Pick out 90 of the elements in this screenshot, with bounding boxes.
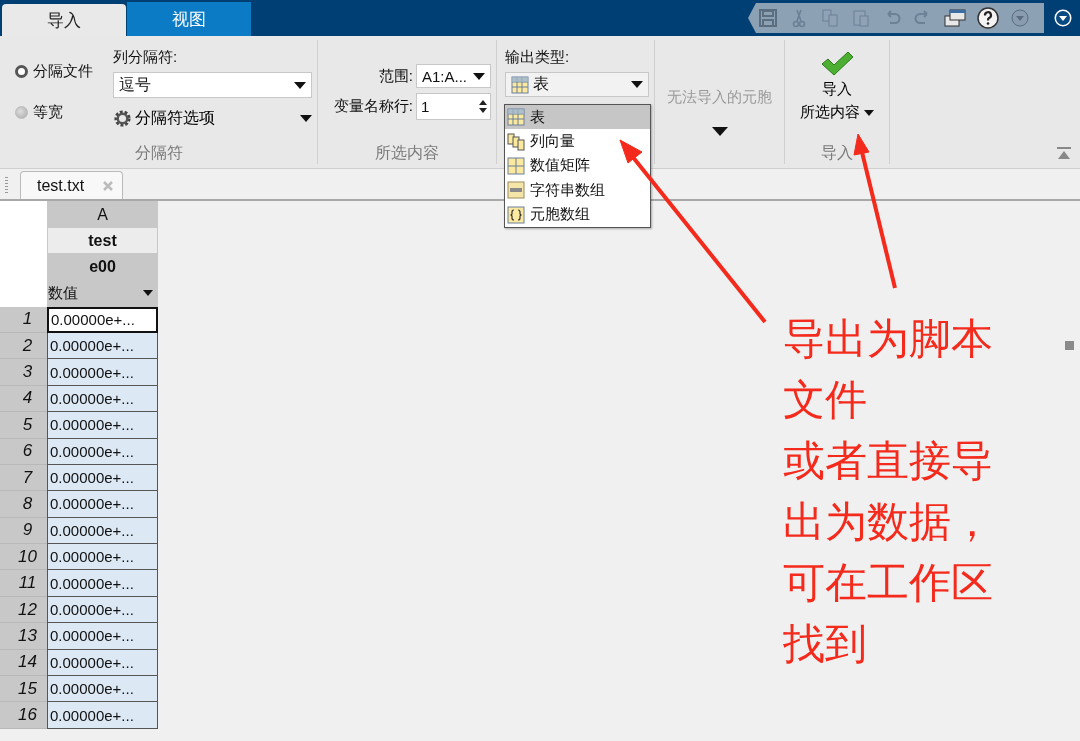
column-header[interactable]: A [47, 201, 158, 228]
import-selection-button[interactable]: 导入 所选内容 [800, 40, 874, 122]
table-cell[interactable]: 0.00000e+... [47, 491, 158, 518]
menu-item[interactable]: 列向量 [505, 129, 650, 154]
gear-icon [113, 109, 132, 128]
annotation-text: 导出为脚本 文件 或者直接导 出为数据， 可在工作区 找到 [783, 314, 993, 669]
grip-handle[interactable] [5, 177, 8, 193]
row-number: 9 [0, 517, 47, 545]
row-number: 3 [0, 359, 47, 386]
table-cell[interactable]: 0.00000e+... [47, 676, 158, 703]
radio-icon[interactable] [15, 65, 28, 78]
table-cell[interactable]: 0.00000e+... [47, 596, 158, 624]
disabled-label: 无法导入的元胞 [667, 88, 772, 107]
ribbon-tab[interactable]: 视图 [127, 2, 251, 36]
range-dropdown[interactable]: A1:A... [416, 64, 491, 88]
row-number: 1 [0, 306, 47, 333]
delimiter-dropdown[interactable]: 逗号 [113, 72, 312, 98]
row-number: 7 [0, 464, 47, 492]
row-number: 14 [0, 649, 47, 677]
row-number: 2 [0, 332, 47, 360]
row-number: 5 [0, 412, 47, 439]
table-cell[interactable]: 0.00000e+... [47, 332, 158, 360]
column-type-dropdown[interactable]: 数值 [47, 280, 158, 307]
table-cell[interactable]: 0.00000e+... [47, 306, 158, 333]
help-icon[interactable] [977, 7, 999, 29]
variable-name-cell: e00 [47, 253, 158, 281]
dropdown-icon[interactable] [1053, 8, 1073, 28]
field-label: 输出类型: [505, 48, 571, 67]
paste-icon[interactable] [851, 8, 871, 28]
caret-icon [294, 81, 306, 89]
radio-label: 等宽 [33, 103, 63, 122]
variable-name-cell[interactable]: test [47, 227, 158, 254]
field-label: 列分隔符: [113, 48, 179, 67]
row-number: 6 [0, 438, 47, 465]
menu-item[interactable]: 元胞数组 [505, 202, 650, 227]
scrollbar-thumb[interactable] [1065, 341, 1074, 350]
document-tab[interactable]: test.txt [20, 171, 124, 199]
collapse-icon[interactable] [1056, 146, 1072, 160]
checkmark-icon [820, 50, 854, 76]
row-number: 16 [0, 702, 47, 729]
radio-option[interactable]: 等宽 [15, 103, 113, 122]
save-icon[interactable] [758, 8, 778, 28]
table-cell[interactable]: 0.00000e+... [47, 359, 158, 386]
menu-item[interactable]: 表 [505, 105, 650, 130]
row-number: 15 [0, 676, 47, 703]
field-label: 范围: [378, 66, 413, 86]
windows-icon[interactable] [944, 8, 966, 28]
field-label: 变量名称行: [333, 97, 413, 116]
table-cell[interactable]: 0.00000e+... [47, 385, 158, 413]
caret-icon [300, 115, 312, 122]
row-number: 13 [0, 623, 47, 650]
table-icon [507, 108, 525, 127]
section-title: 所选内容 [374, 143, 440, 163]
caret-icon[interactable] [711, 127, 728, 136]
radio-icon[interactable] [15, 106, 28, 119]
menu-item[interactable]: 字符串数组 [505, 178, 650, 203]
table-cell[interactable]: 0.00000e+... [47, 544, 158, 571]
radio-option[interactable]: 分隔文件 [15, 62, 113, 81]
braces-icon [507, 205, 525, 224]
radio-label: 分隔文件 [33, 62, 93, 81]
section-title: 分隔符 [133, 143, 184, 163]
ribbon-tab[interactable]: 导入 [2, 4, 126, 36]
table-cell[interactable]: 0.00000e+... [47, 570, 158, 597]
caret-icon [631, 81, 643, 88]
output-type-dropdown[interactable]: 表 [505, 72, 649, 97]
table-icon [511, 75, 529, 94]
row-number: 10 [0, 544, 47, 571]
table-cell[interactable]: 0.00000e+... [47, 649, 158, 677]
row-number: 11 [0, 570, 47, 597]
row-number: 4 [0, 385, 47, 413]
table-cell[interactable]: 0.00000e+... [47, 517, 158, 545]
table-cell[interactable]: 0.00000e+... [47, 623, 158, 650]
string-icon [507, 181, 525, 200]
columns-icon [507, 132, 525, 151]
close-icon[interactable] [102, 179, 115, 192]
header-row-spinner[interactable]: 1 [416, 93, 491, 120]
row-number: 12 [0, 596, 47, 624]
menu-item[interactable]: 数值矩阵 [505, 153, 650, 179]
table-cell[interactable]: 0.00000e+... [47, 464, 158, 492]
table-cell[interactable]: 0.00000e+... [47, 412, 158, 439]
row-number: 8 [0, 491, 47, 518]
table-cell[interactable]: 0.00000e+... [47, 702, 158, 729]
grid-icon [507, 156, 525, 175]
caret-icon [864, 109, 874, 116]
section-title: 导入 [820, 143, 854, 163]
caret-icon [473, 72, 485, 80]
caret-icon [143, 290, 153, 297]
table-cell[interactable]: 0.00000e+... [47, 438, 158, 465]
delimiter-options-button[interactable]: 分隔符选项 [113, 108, 312, 129]
copy-icon[interactable] [820, 8, 840, 28]
